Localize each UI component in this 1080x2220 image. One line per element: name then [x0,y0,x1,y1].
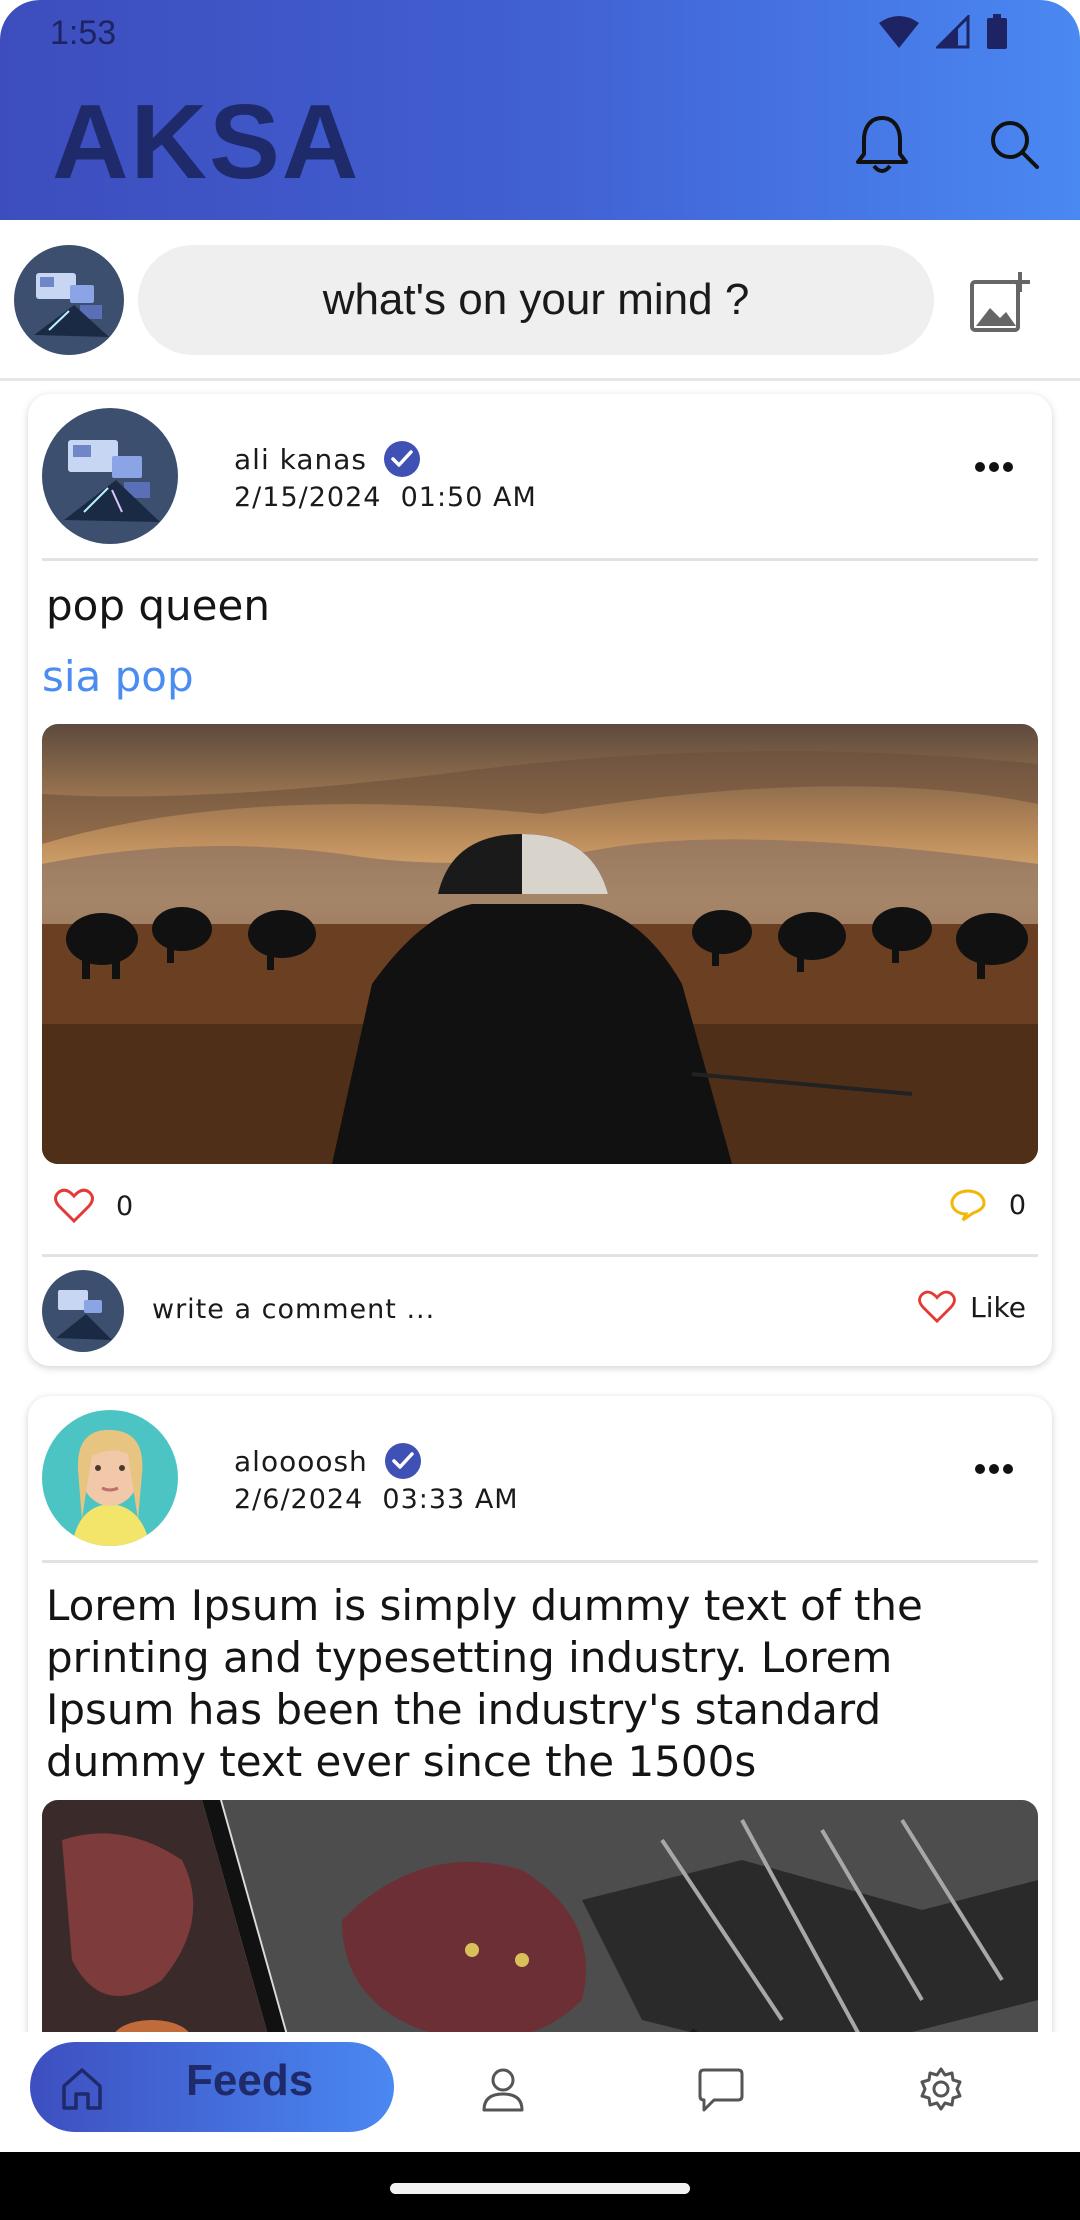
profile-icon[interactable] [480,2066,526,2112]
status-icons [878,14,1008,50]
avatar[interactable] [14,245,124,355]
post-text: pop queen [46,581,270,630]
more-options-icon[interactable] [974,460,1014,474]
nav-feeds-tab[interactable]: Feeds [30,2042,394,2132]
comment-bubble-icon[interactable] [949,1188,987,1222]
battery-icon [987,14,1007,49]
post-date: 2/6/2024 03:33 AM [234,1484,519,1515]
app-title: AKSA [52,83,361,201]
post-date: 2/15/2024 01:50 AM [234,482,537,513]
divider [42,1560,1038,1563]
avatar [42,1270,124,1352]
author-name[interactable]: ali kanas [234,443,367,476]
post-tag-link[interactable]: sia pop [42,652,194,701]
nav-feeds-label: Feeds [186,2056,314,2105]
status-time: 1:53 [50,14,117,52]
home-gesture-handle[interactable] [390,2183,690,2194]
like-button[interactable]: Like [918,1290,1026,1324]
author-row: ali kanas [234,440,421,478]
like-label: Like [970,1290,1026,1324]
feed-screen: 1:53 AKSA what's on your mind ? ali kana… [0,0,1080,2220]
heart-icon [918,1290,957,1324]
whats-on-your-mind-input[interactable]: what's on your mind ? [138,245,934,355]
divider [42,558,1038,561]
notification-bell-icon[interactable] [852,112,912,176]
post-card: ali kanas 2/15/2024 01:50 AM pop queen s… [28,394,1052,1366]
post-text: Lorem Ipsum is simply dummy text of the … [46,1581,923,1786]
more-options-icon[interactable] [974,1462,1014,1476]
heart-icon[interactable] [54,1188,94,1224]
author-name[interactable]: aloooosh [234,1445,368,1478]
divider [0,378,1080,381]
post-image[interactable] [42,724,1038,1164]
post-composer: what's on your mind ? [0,220,1080,380]
bottom-navigation: Feeds [0,2032,1080,2152]
settings-icon[interactable] [918,2066,964,2112]
like-count: 0 [116,1190,134,1222]
signal-icon [936,15,970,49]
chat-icon[interactable] [698,2066,744,2112]
wifi-icon [879,16,919,48]
comment-count-group: 0 [949,1188,1026,1222]
verified-badge-icon [384,1443,421,1479]
author-avatar[interactable] [42,408,178,544]
verified-badge-icon [384,441,420,477]
divider [42,1254,1038,1257]
add-image-icon[interactable] [968,270,1032,334]
home-icon [62,2068,102,2110]
author-row: aloooosh [234,1442,422,1480]
search-icon[interactable] [988,118,1040,170]
like-count-group: 0 [54,1188,133,1224]
comment-count: 0 [1008,1189,1026,1221]
write-comment-input[interactable]: write a comment ... [152,1294,435,1325]
author-avatar[interactable] [42,1410,178,1546]
app-header: 1:53 AKSA [0,0,1080,220]
